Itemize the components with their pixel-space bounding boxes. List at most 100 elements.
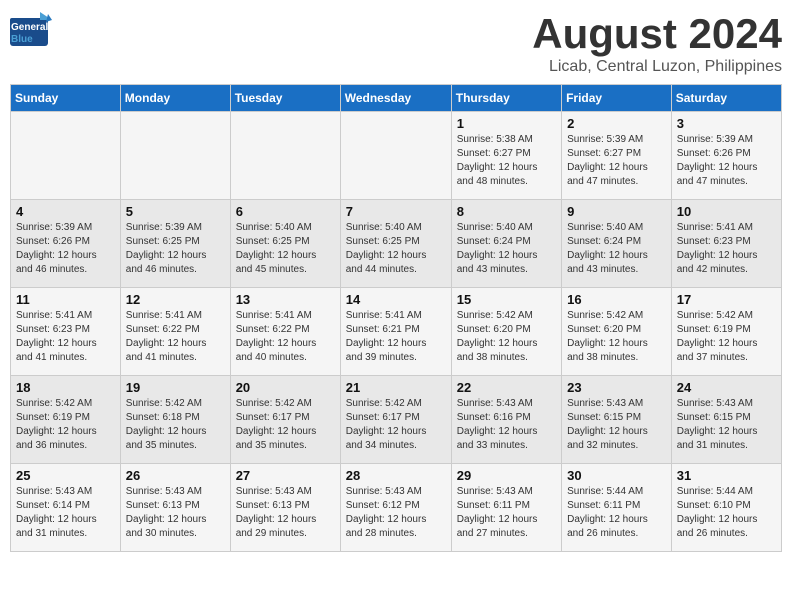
day-info: Sunrise: 5:42 AM Sunset: 6:20 PM Dayligh… [567, 309, 666, 365]
day-number: 22 [457, 380, 556, 395]
day-info: Sunrise: 5:44 AM Sunset: 6:10 PM Dayligh… [677, 485, 776, 541]
day-info: Sunrise: 5:44 AM Sunset: 6:11 PM Dayligh… [567, 485, 666, 541]
calendar-cell: 18 Sunrise: 5:42 AM Sunset: 6:19 PM Dayli… [11, 376, 121, 464]
calendar-cell: 17Sunrise: 5:42 AM Sunset: 6:19 PM Dayli… [671, 288, 781, 376]
calendar-cell: 6 Sunrise: 5:40 AM Sunset: 6:25 PM Daylig… [230, 200, 340, 288]
day-info: Sunrise: 5:43 AM Sunset: 6:13 PM Dayligh… [126, 485, 225, 541]
day-info: Sunrise: 5:41 AM Sunset: 6:23 PM Dayligh… [677, 221, 776, 277]
calendar-cell [340, 112, 451, 200]
calendar-table: SundayMondayTuesdayWednesdayThursdayFrid… [10, 84, 782, 552]
day-number: 11 [16, 292, 115, 307]
day-info: Sunrise: 5:38 AM Sunset: 6:27 PM Dayligh… [457, 133, 556, 189]
weekday-header-thursday: Thursday [451, 85, 561, 112]
day-number: 8 [457, 204, 556, 219]
day-info: Sunrise: 5:41 AM Sunset: 6:22 PM Dayligh… [236, 309, 335, 365]
day-number: 7 [346, 204, 446, 219]
day-number: 12 [126, 292, 225, 307]
day-info: Sunrise: 5:42 AM Sunset: 6:18 PM Dayligh… [126, 397, 225, 453]
day-number: 30 [567, 468, 666, 483]
day-info: Sunrise: 5:43 AM Sunset: 6:15 PM Dayligh… [567, 397, 666, 453]
location-text: Licab, Central Luzon, Philippines [532, 58, 782, 76]
calendar-cell: 28 Sunrise: 5:43 AM Sunset: 6:12 PM Dayli… [340, 464, 451, 552]
day-number: 15 [457, 292, 556, 307]
day-info: Sunrise: 5:43 AM Sunset: 6:14 PM Dayligh… [16, 485, 115, 541]
calendar-cell: 21Sunrise: 5:42 AM Sunset: 6:17 PM Dayli… [340, 376, 451, 464]
day-info: Sunrise: 5:41 AM Sunset: 6:22 PM Dayligh… [126, 309, 225, 365]
title-section: August 2024 Licab, Central Luzon, Philip… [532, 10, 782, 76]
calendar-cell: 16 Sunrise: 5:42 AM Sunset: 6:20 PM Dayli… [562, 288, 672, 376]
day-info: Sunrise: 5:43 AM Sunset: 6:12 PM Dayligh… [346, 485, 446, 541]
calendar-cell: 27 Sunrise: 5:43 AM Sunset: 6:13 PM Dayli… [230, 464, 340, 552]
day-info: Sunrise: 5:40 AM Sunset: 6:24 PM Dayligh… [567, 221, 666, 277]
day-info: Sunrise: 5:42 AM Sunset: 6:17 PM Dayligh… [236, 397, 335, 453]
day-number: 20 [236, 380, 335, 395]
day-info: Sunrise: 5:42 AM Sunset: 6:19 PM Dayligh… [16, 397, 115, 453]
day-info: Sunrise: 5:42 AM Sunset: 6:17 PM Dayligh… [346, 397, 446, 453]
calendar-cell [11, 112, 121, 200]
day-info: Sunrise: 5:39 AM Sunset: 6:27 PM Dayligh… [567, 133, 666, 189]
day-number: 27 [236, 468, 335, 483]
calendar-cell: 5 Sunrise: 5:39 AM Sunset: 6:25 PM Daylig… [120, 200, 230, 288]
weekday-header-friday: Friday [562, 85, 672, 112]
weekday-header-saturday: Saturday [671, 85, 781, 112]
day-info: Sunrise: 5:41 AM Sunset: 6:23 PM Dayligh… [16, 309, 115, 365]
day-info: Sunrise: 5:40 AM Sunset: 6:25 PM Dayligh… [236, 221, 335, 277]
day-number: 3 [677, 116, 776, 131]
calendar-cell: 11 Sunrise: 5:41 AM Sunset: 6:23 PM Dayli… [11, 288, 121, 376]
day-info: Sunrise: 5:39 AM Sunset: 6:26 PM Dayligh… [677, 133, 776, 189]
day-number: 14 [346, 292, 446, 307]
weekday-header-wednesday: Wednesday [340, 85, 451, 112]
day-info: Sunrise: 5:39 AM Sunset: 6:25 PM Dayligh… [126, 221, 225, 277]
calendar-cell: 10Sunrise: 5:41 AM Sunset: 6:23 PM Dayli… [671, 200, 781, 288]
calendar-cell: 20 Sunrise: 5:42 AM Sunset: 6:17 PM Dayli… [230, 376, 340, 464]
day-info: Sunrise: 5:43 AM Sunset: 6:15 PM Dayligh… [677, 397, 776, 453]
day-info: Sunrise: 5:43 AM Sunset: 6:13 PM Dayligh… [236, 485, 335, 541]
weekday-header-tuesday: Tuesday [230, 85, 340, 112]
calendar-cell: 29 Sunrise: 5:43 AM Sunset: 6:11 PM Dayli… [451, 464, 561, 552]
day-number: 17 [677, 292, 776, 307]
calendar-cell [120, 112, 230, 200]
day-number: 2 [567, 116, 666, 131]
day-number: 5 [126, 204, 225, 219]
calendar-cell: 9Sunrise: 5:40 AM Sunset: 6:24 PM Daylig… [562, 200, 672, 288]
day-number: 28 [346, 468, 446, 483]
weekday-header-monday: Monday [120, 85, 230, 112]
calendar-cell [230, 112, 340, 200]
month-year-title: August 2024 [532, 10, 782, 58]
calendar-cell: 26Sunrise: 5:43 AM Sunset: 6:13 PM Dayli… [120, 464, 230, 552]
calendar-cell: 19 Sunrise: 5:42 AM Sunset: 6:18 PM Dayli… [120, 376, 230, 464]
day-number: 31 [677, 468, 776, 483]
day-number: 13 [236, 292, 335, 307]
calendar-cell: 4Sunrise: 5:39 AM Sunset: 6:26 PM Daylig… [11, 200, 121, 288]
day-info: Sunrise: 5:41 AM Sunset: 6:21 PM Dayligh… [346, 309, 446, 365]
calendar-cell: 3 Sunrise: 5:39 AM Sunset: 6:26 PM Daylig… [671, 112, 781, 200]
day-number: 29 [457, 468, 556, 483]
calendar-cell: 24 Sunrise: 5:43 AM Sunset: 6:15 PM Dayli… [671, 376, 781, 464]
day-number: 1 [457, 116, 556, 131]
calendar-cell: 25 Sunrise: 5:43 AM Sunset: 6:14 PM Dayli… [11, 464, 121, 552]
day-number: 19 [126, 380, 225, 395]
calendar-cell: 31 Sunrise: 5:44 AM Sunset: 6:10 PM Dayli… [671, 464, 781, 552]
calendar-cell: 7 Sunrise: 5:40 AM Sunset: 6:25 PM Daylig… [340, 200, 451, 288]
logo-icon: General Blue [10, 10, 52, 48]
day-info: Sunrise: 5:40 AM Sunset: 6:24 PM Dayligh… [457, 221, 556, 277]
day-number: 18 [16, 380, 115, 395]
day-info: Sunrise: 5:39 AM Sunset: 6:26 PM Dayligh… [16, 221, 115, 277]
calendar-cell: 12 Sunrise: 5:41 AM Sunset: 6:22 PM Dayli… [120, 288, 230, 376]
day-info: Sunrise: 5:42 AM Sunset: 6:20 PM Dayligh… [457, 309, 556, 365]
svg-text:Blue: Blue [11, 34, 33, 45]
day-number: 6 [236, 204, 335, 219]
day-info: Sunrise: 5:40 AM Sunset: 6:25 PM Dayligh… [346, 221, 446, 277]
day-number: 25 [16, 468, 115, 483]
day-info: Sunrise: 5:43 AM Sunset: 6:11 PM Dayligh… [457, 485, 556, 541]
calendar-cell: 8 Sunrise: 5:40 AM Sunset: 6:24 PM Daylig… [451, 200, 561, 288]
calendar-cell: 23Sunrise: 5:43 AM Sunset: 6:15 PM Dayli… [562, 376, 672, 464]
day-number: 24 [677, 380, 776, 395]
calendar-cell: 2 Sunrise: 5:39 AM Sunset: 6:27 PM Daylig… [562, 112, 672, 200]
calendar-cell: 1 Sunrise: 5:38 AM Sunset: 6:27 PM Daylig… [451, 112, 561, 200]
calendar-cell: 15 Sunrise: 5:42 AM Sunset: 6:20 PM Dayli… [451, 288, 561, 376]
calendar-cell: 14 Sunrise: 5:41 AM Sunset: 6:21 PM Dayli… [340, 288, 451, 376]
calendar-cell: 13 Sunrise: 5:41 AM Sunset: 6:22 PM Dayli… [230, 288, 340, 376]
calendar-cell: 30 Sunrise: 5:44 AM Sunset: 6:11 PM Dayli… [562, 464, 672, 552]
day-number: 16 [567, 292, 666, 307]
